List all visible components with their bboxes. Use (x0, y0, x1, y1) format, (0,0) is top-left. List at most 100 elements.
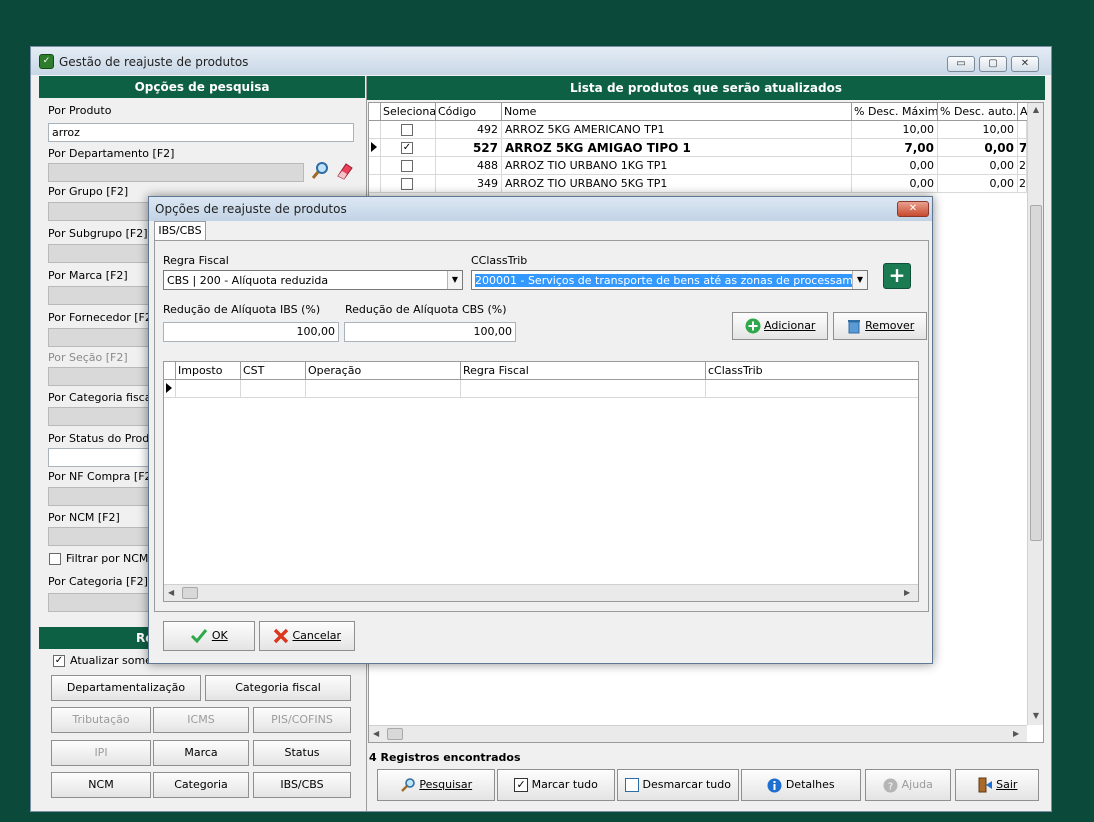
categoria-button[interactable]: Categoria (153, 772, 249, 798)
scroll-right-icon[interactable]: ▶ (904, 588, 910, 597)
ok-button[interactable]: OK (163, 621, 255, 651)
search-icon[interactable] (310, 160, 330, 180)
reducao-ibs-input[interactable]: 100,00 (163, 322, 339, 342)
table-row[interactable]: 488 ARROZ TIO URBANO 1KG TP1 0,00 0,00 2 (369, 157, 1027, 175)
product-grid-vscroll[interactable]: ▲ ▼ (1027, 103, 1043, 725)
col-regra-fiscal[interactable]: Regra Fiscal (461, 362, 706, 380)
close-button[interactable]: ✕ (1011, 56, 1039, 72)
ncm-input[interactable] (48, 527, 158, 546)
info-icon (767, 778, 782, 792)
row-checkbox[interactable]: ✓ (401, 142, 413, 154)
scroll-left-icon[interactable]: ◀ (168, 588, 174, 597)
col-cst[interactable]: CST (241, 362, 306, 380)
extra-cell (1018, 121, 1027, 139)
select-cell[interactable] (381, 175, 436, 193)
reducao-cbs-label: Redução de Alíquota CBS (%) (345, 303, 507, 316)
col-selecionar[interactable]: Selecionar (381, 103, 436, 121)
regra-fiscal-select[interactable]: CBS | 200 - Alíquota reduzida ▼ (163, 270, 463, 290)
scroll-up-icon[interactable]: ▲ (1028, 105, 1044, 114)
app-icon: ✓ (39, 54, 54, 69)
desmarcar-tudo-button[interactable]: Desmarcar tudo (617, 769, 739, 801)
sair-button[interactable]: Sair (955, 769, 1039, 801)
status-produto-input[interactable] (48, 448, 158, 467)
select-cell[interactable] (381, 157, 436, 175)
product-grid-hscroll[interactable]: ◀ ▶ (369, 725, 1027, 742)
select-cell[interactable] (381, 121, 436, 139)
trash-icon (847, 320, 860, 334)
categoria-input[interactable] (48, 593, 158, 612)
ibs-cbs-button[interactable]: IBS/CBS (253, 772, 351, 798)
operacao-cell[interactable] (306, 380, 461, 398)
fornecedor-label: Por Fornecedor [F2] (48, 311, 157, 324)
row-checkbox[interactable] (401, 124, 413, 136)
imposto-cell[interactable] (176, 380, 241, 398)
produto-input[interactable]: arroz (48, 123, 354, 142)
col-desc-maximo[interactable]: % Desc. Máximo (852, 103, 938, 121)
minimize-button[interactable]: ▭ (947, 56, 975, 72)
desc-max-cell: 10,00 (852, 121, 938, 139)
marcar-tudo-label: Marcar tudo (531, 778, 598, 791)
marcar-tudo-button[interactable]: ✓ Marcar tudo (497, 769, 615, 801)
product-list-header: Lista de produtos que serão atualizados (367, 76, 1045, 100)
ncm-button[interactable]: NCM (51, 772, 151, 798)
filtrar-ncm-checkbox[interactable] (49, 553, 61, 565)
subgrupo-input[interactable] (48, 244, 158, 263)
pesquisar-button[interactable]: Pesquisar (377, 769, 495, 801)
nf-compra-input[interactable] (48, 487, 158, 506)
tributacao-button: Tributação (51, 707, 151, 733)
departamento-input[interactable] (48, 163, 304, 182)
row-indicator (369, 175, 381, 193)
status-button[interactable]: Status (253, 740, 351, 766)
col-nome[interactable]: Nome (502, 103, 852, 121)
cclasstrib-cell[interactable] (706, 380, 918, 398)
col-operacao[interactable]: Operação (306, 362, 461, 380)
marca-input[interactable] (48, 286, 158, 305)
table-row[interactable]: 349 ARROZ TIO URBANO 5KG TP1 0,00 0,00 2 (369, 175, 1027, 193)
row-checkbox[interactable] (401, 178, 413, 190)
maximize-button[interactable]: ▢ (979, 56, 1007, 72)
table-row[interactable]: ✓ 527 ARROZ 5KG AMIGAO TIPO 1 7,00 0,00 … (369, 139, 1027, 157)
tab-ibs-cbs[interactable]: IBS/CBS (154, 221, 206, 241)
fornecedor-input[interactable] (48, 328, 158, 347)
indicator-header (164, 362, 176, 380)
table-row[interactable] (164, 380, 918, 398)
adicionar-label: Adicionar (764, 319, 816, 332)
scroll-right-icon[interactable]: ▶ (1013, 729, 1019, 738)
reducao-cbs-input[interactable]: 100,00 (344, 322, 516, 342)
codigo-cell: 527 (436, 139, 502, 157)
regra-fiscal-cell[interactable] (461, 380, 706, 398)
desc-max-cell: 0,00 (852, 175, 938, 193)
cst-cell[interactable] (241, 380, 306, 398)
dialog-title: Opções de reajuste de produtos (155, 202, 347, 216)
remover-button[interactable]: Remover (833, 312, 927, 340)
cclasstrib-select[interactable]: 200001 - Serviços de transporte de bens … (471, 270, 868, 290)
grupo-input[interactable] (48, 202, 158, 221)
col-codigo[interactable]: Código (436, 103, 502, 121)
detalhes-button[interactable]: Detalhes (741, 769, 861, 801)
tax-grid-hscroll[interactable]: ◀ ▶ (164, 584, 918, 601)
col-desc-auto[interactable]: % Desc. auto. (938, 103, 1018, 121)
departamentalizacao-button[interactable]: Departamentalização (51, 675, 201, 701)
scroll-left-icon[interactable]: ◀ (373, 729, 379, 738)
dialog-close-button[interactable]: ✕ (897, 201, 929, 217)
chevron-down-icon[interactable]: ▼ (447, 271, 462, 289)
col-cclasstrib[interactable]: cClassTrib (706, 362, 918, 380)
eraser-icon[interactable] (334, 160, 354, 180)
vscroll-thumb[interactable] (1030, 205, 1042, 541)
chevron-down-icon[interactable]: ▼ (852, 271, 867, 289)
categoria-fiscal-button[interactable]: Categoria fiscal (205, 675, 351, 701)
row-checkbox[interactable] (401, 160, 413, 172)
col-imposto[interactable]: Imposto (176, 362, 241, 380)
add-cclasstrib-button[interactable]: + (883, 263, 911, 289)
select-cell[interactable]: ✓ (381, 139, 436, 157)
hscroll-thumb[interactable] (182, 587, 198, 599)
adicionar-button[interactable]: Adicionar (732, 312, 828, 340)
table-row[interactable]: 492 ARROZ 5KG AMERICANO TP1 10,00 10,00 (369, 121, 1027, 139)
col-a[interactable]: A (1018, 103, 1027, 121)
cancelar-button[interactable]: Cancelar (259, 621, 355, 651)
categoria-fiscal-input[interactable] (48, 407, 158, 426)
scroll-down-icon[interactable]: ▼ (1028, 711, 1044, 720)
marca-button[interactable]: Marca (153, 740, 249, 766)
hscroll-thumb[interactable] (387, 728, 403, 740)
atualizar-checkbox[interactable]: ✓ (53, 655, 65, 667)
